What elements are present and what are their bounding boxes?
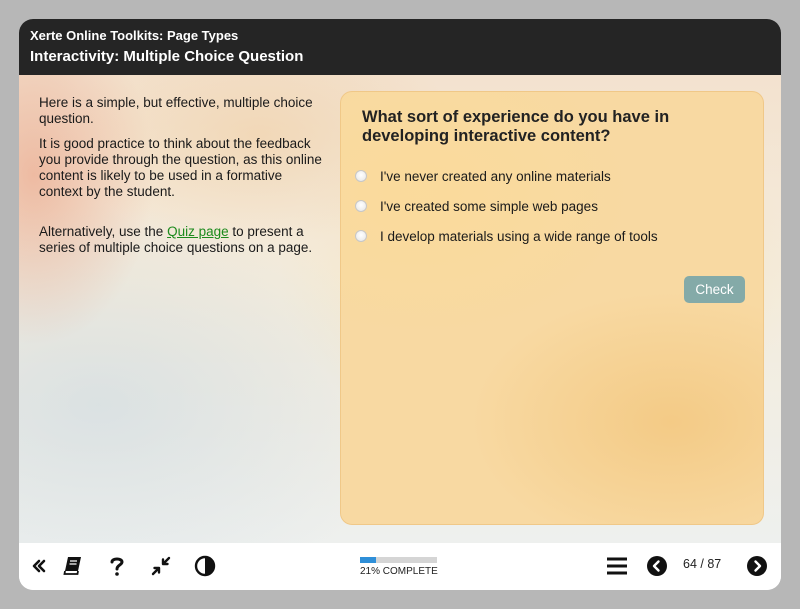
option-label: I develop materials using a wide range o… (380, 228, 658, 244)
contrast-icon[interactable] (193, 554, 217, 578)
question-text: What sort of experience do you have in d… (362, 108, 670, 145)
progress-bar-track (360, 557, 437, 563)
paragraph-3-start: Alternatively, use the (39, 224, 168, 239)
progress-indicator: 21% COMPLETE (360, 557, 439, 577)
intro-text: Here is a simple, but effective, multipl… (39, 95, 329, 265)
answer-option-2[interactable]: I've created some simple web pages (355, 197, 598, 215)
page-title: Interactivity: Multiple Choice Question (30, 48, 304, 65)
option-label: I've created some simple web pages (380, 198, 598, 214)
content-area: Here is a simple, but effective, multipl… (19, 75, 781, 543)
quiz-page-link[interactable]: Quiz page (167, 224, 229, 239)
radio-button[interactable] (355, 170, 367, 182)
intro-paragraph-2: It is good practice to think about the f… (39, 136, 322, 199)
answer-option-3[interactable]: I develop materials using a wide range o… (355, 227, 658, 245)
option-label: I've never created any online materials (380, 168, 611, 184)
radio-button[interactable] (355, 200, 367, 212)
glossary-book-icon[interactable] (61, 554, 85, 578)
progress-bar-fill (360, 557, 377, 563)
menu-icon[interactable] (605, 554, 629, 578)
double-chevron-left-icon[interactable] (27, 554, 51, 578)
radio-button[interactable] (355, 230, 367, 242)
header-bar: Xerte Online Toolkits: Page Types Intera… (19, 19, 781, 75)
footer-toolbar: 21% COMPLETE 64 / 87 (19, 543, 781, 590)
intro-paragraph-3: Alternatively, use the Quiz page to pres… (39, 224, 329, 256)
answer-option-1[interactable]: I've never created any online materials (355, 167, 611, 185)
page-indicator: 64 / 87 (683, 557, 722, 571)
help-icon[interactable] (105, 554, 129, 578)
previous-page-icon[interactable] (645, 554, 669, 578)
check-button[interactable]: Check (684, 276, 745, 303)
toolkit-title: Xerte Online Toolkits: Page Types (30, 28, 239, 43)
next-page-icon[interactable] (745, 554, 769, 578)
collapse-arrows-icon[interactable] (149, 554, 173, 578)
app-window: Xerte Online Toolkits: Page Types Intera… (19, 19, 781, 590)
progress-text: 21% COMPLETE (360, 566, 438, 577)
question-panel: What sort of experience do you have in d… (340, 91, 764, 525)
intro-paragraph-1: Here is a simple, but effective, multipl… (39, 95, 313, 126)
